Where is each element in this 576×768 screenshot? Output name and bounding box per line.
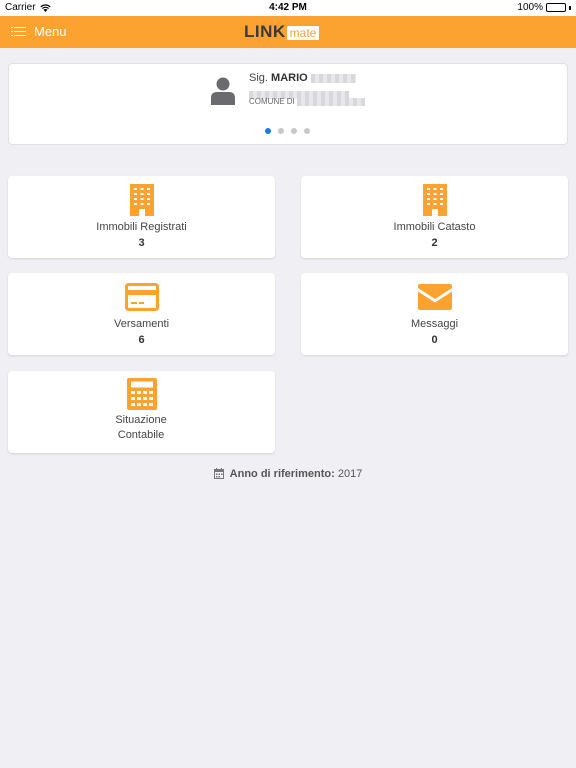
- tile-immobili-catasto[interactable]: Immobili Catasto 2: [301, 176, 568, 258]
- status-time: 4:42 PM: [269, 2, 307, 13]
- user-name: Sig. MARIO: [249, 72, 356, 84]
- tile-messaggi[interactable]: Messaggi 0: [301, 273, 568, 355]
- pager-dot[interactable]: [278, 128, 284, 134]
- tile-label: Messaggi: [410, 318, 459, 330]
- logo-primary: LINK: [244, 22, 286, 41]
- credit-card-icon: [124, 283, 159, 311]
- tile-label: Immobili Registrati: [96, 221, 187, 233]
- battery-icon: [546, 3, 566, 12]
- building-icon: [422, 184, 447, 216]
- user-first-name: MARIO: [271, 72, 308, 84]
- app-logo: LINK mate: [244, 22, 320, 41]
- user-salutation: Sig.: [249, 72, 268, 84]
- tile-count: 6: [138, 334, 145, 346]
- card-pager: [265, 128, 310, 134]
- tile-situazione-contabile[interactable]: Situazione Contabile: [8, 371, 275, 453]
- hamburger-icon: [11, 26, 26, 37]
- user-card[interactable]: Sig. MARIO COMUNE DI: [8, 63, 568, 145]
- menu-button[interactable]: Menu: [11, 24, 67, 39]
- menu-label: Menu: [34, 24, 67, 39]
- calendar-icon: [213, 468, 224, 479]
- tile-count: 2: [431, 237, 438, 249]
- reference-year-value: 2017: [337, 468, 363, 480]
- redacted-surname: [310, 73, 356, 83]
- tile-immobili-registrati[interactable]: Immobili Registrati 3: [8, 176, 275, 258]
- tile-label: Situazione Contabile: [115, 414, 167, 441]
- battery-percent: 100%: [517, 2, 543, 13]
- tile-count: 0: [431, 334, 438, 346]
- status-bar: Carrier 4:42 PM 100%: [0, 0, 576, 16]
- building-icon: [129, 184, 154, 216]
- top-navbar: Menu LINK mate: [0, 16, 576, 48]
- redacted-comune: [297, 97, 366, 106]
- calculator-icon: [126, 378, 157, 410]
- tile-label: Immobili Catasto: [393, 221, 476, 233]
- envelope-icon: [417, 284, 452, 310]
- reference-label: Anno di riferimento:: [229, 468, 335, 480]
- tile-versamenti[interactable]: Versamenti 6: [8, 273, 275, 355]
- user-comune: COMUNE DI: [249, 97, 366, 106]
- tile-label: Versamenti: [113, 318, 170, 330]
- pager-dot[interactable]: [304, 128, 310, 134]
- battery-tip: [569, 5, 571, 10]
- pager-dot[interactable]: [291, 128, 297, 134]
- comune-prefix: COMUNE DI: [249, 97, 295, 106]
- user-avatar-icon: [211, 77, 235, 105]
- reference-year: Anno di riferimento: 2017: [0, 468, 576, 480]
- logo-secondary: mate: [286, 26, 320, 40]
- status-right: 100%: [517, 2, 571, 13]
- tile-count: 3: [138, 237, 145, 249]
- pager-dot[interactable]: [265, 128, 271, 134]
